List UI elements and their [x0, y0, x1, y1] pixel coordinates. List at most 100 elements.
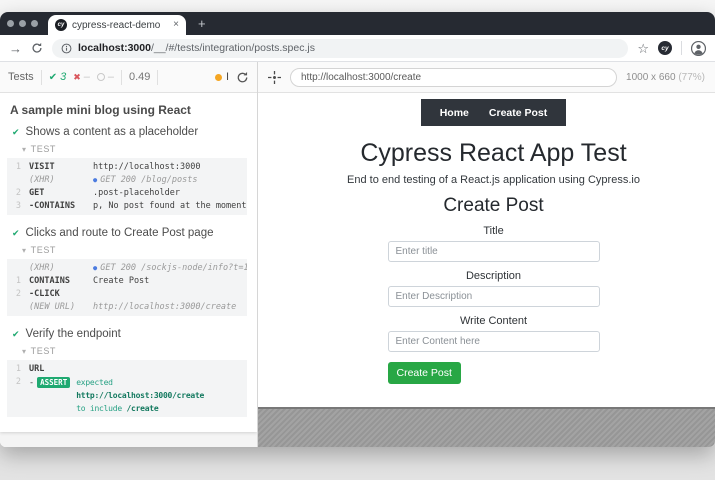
description-label: Description [388, 270, 600, 282]
command-number: 3 [7, 200, 29, 213]
runner-background-band [258, 407, 715, 447]
description-input[interactable] [388, 286, 600, 307]
command-row-xhr[interactable]: (XHR) ●GET 200 /blog/posts [7, 174, 247, 187]
address-bar[interactable]: localhost:3000/__/#/tests/integration/po… [52, 39, 628, 58]
command-number: 2 [7, 288, 29, 301]
pass-check-icon: ✔ [49, 72, 57, 83]
app-title: Cypress React App Test [272, 139, 715, 168]
reload-button[interactable] [31, 42, 43, 54]
command-name: -CONTAINS [29, 200, 93, 213]
command-message: .post-placeholder [93, 187, 247, 200]
nav-link-create-post[interactable]: Create Post [489, 107, 547, 119]
command-row[interactable]: 1 CONTAINS Create Post [7, 275, 247, 288]
tab-close-icon[interactable]: × [173, 20, 179, 30]
traffic-light-minimize[interactable] [19, 20, 26, 27]
command-name: (XHR) [29, 174, 93, 187]
command-log-panel[interactable]: A sample mini blog using React ✔ Shows a… [0, 93, 257, 447]
create-post-button[interactable]: Create Post [388, 362, 461, 384]
title-input[interactable] [388, 241, 600, 262]
traffic-lights [7, 20, 38, 27]
traffic-light-zoom[interactable] [31, 20, 38, 27]
aut-panel: http://localhost:3000/create 1000 x 660 … [258, 62, 715, 447]
traffic-light-close[interactable] [7, 20, 14, 27]
assert-badge: ASSERT [37, 377, 70, 388]
command-log: (XHR) ●GET 200 /sockjs-node/info?t=15468… [7, 259, 247, 316]
browser-toolbar: → localhost:3000/__/#/tests/integration/… [0, 35, 715, 62]
command-row[interactable]: 1 VISIT http://localhost:3000 [7, 161, 247, 174]
command-number: 1 [7, 161, 29, 174]
command-name: VISIT [29, 161, 93, 174]
crosshair-icon [268, 71, 281, 84]
test-title[interactable]: ✔ Shows a content as a placeholder [0, 120, 257, 141]
failed-count: – [84, 71, 90, 83]
suite-title[interactable]: A sample mini blog using React [0, 99, 257, 120]
test-group-header[interactable]: ▾ TEST [0, 141, 257, 156]
passed-stat: ✔3 [49, 71, 67, 83]
command-row[interactable]: 2 GET .post-placeholder [7, 187, 247, 200]
cypress-runner: Tests ✔3 ✖– – 0.49 I A sample mini blog … [0, 62, 715, 447]
profile-avatar[interactable] [691, 41, 706, 56]
content-label: Write Content [388, 315, 600, 327]
browser-tab[interactable]: cy cypress-react-demo × [48, 15, 186, 35]
command-row[interactable]: 2 -CLICK [7, 288, 247, 301]
group-label: TEST [31, 346, 56, 356]
group-label: TEST [31, 144, 56, 154]
command-row[interactable]: 1 URL [7, 363, 247, 376]
pending-count: – [108, 71, 114, 83]
test-group-header[interactable]: ▾ TEST [0, 242, 257, 257]
command-log: 1 URL 2 -ASSERT expected http://localhos… [7, 360, 247, 417]
test-group-header[interactable]: ▾ TEST [0, 343, 257, 358]
tab-title: cypress-react-demo [72, 20, 168, 31]
bookmark-star-icon[interactable]: ☆ [637, 42, 649, 55]
command-number: 2 [7, 376, 29, 389]
pending-circle-icon [97, 73, 105, 81]
browser-window: cy cypress-react-demo × + → localhost:30… [0, 12, 715, 447]
command-number: 2 [7, 187, 29, 200]
tab-strip: cy cypress-react-demo × + [0, 12, 715, 35]
pass-check-icon: ✔ [12, 127, 20, 138]
extension-text: cy [661, 45, 668, 52]
url-path: /__/#/tests/integration/posts.spec.js [151, 42, 315, 54]
header-divider [121, 70, 122, 85]
new-tab-button[interactable]: + [198, 17, 206, 30]
command-row-new-url[interactable]: (NEW URL) http://localhost:3000/create [7, 301, 247, 314]
selector-playground-button[interactable] [268, 71, 281, 84]
app-navbar: Home Create Post [421, 99, 566, 126]
aut-url[interactable]: http://localhost:3000/create [290, 68, 617, 87]
test-title[interactable]: ✔ Clicks and route to Create Post page [0, 221, 257, 242]
test-duration: 0.49 [129, 71, 150, 83]
command-name: (XHR) [29, 262, 93, 275]
test-title-text: Shows a content as a placeholder [26, 126, 199, 138]
command-row-xhr[interactable]: (XHR) ●GET 200 /sockjs-node/info?t=15468… [7, 262, 247, 275]
viewport-scale: (77%) [678, 72, 705, 83]
page-info-icon[interactable] [61, 43, 72, 54]
command-name: URL [29, 363, 93, 376]
toolbar-divider [681, 41, 682, 55]
test-title-text: Clicks and route to Create Post page [26, 227, 214, 239]
caret-down-icon: ▾ [22, 145, 27, 154]
pass-check-icon: ✔ [12, 329, 20, 340]
command-number: 1 [7, 363, 29, 376]
pass-check-icon: ✔ [12, 228, 20, 239]
nav-link-home[interactable]: Home [440, 107, 469, 119]
test-item: ✔ Shows a content as a placeholder ▾ TES… [0, 120, 257, 215]
caret-down-icon: ▾ [22, 347, 27, 356]
passed-count: 3 [60, 71, 66, 83]
cypress-extension-icon[interactable]: cy [658, 41, 672, 55]
pending-stat: – [97, 71, 114, 83]
assert-message: expected http://localhost:3000/createto … [76, 376, 247, 415]
command-number: 1 [7, 275, 29, 288]
cypress-reporter: Tests ✔3 ✖– – 0.49 I A sample mini blog … [0, 62, 258, 447]
restart-tests-button[interactable] [236, 71, 249, 84]
fail-cross-icon: ✖ [73, 72, 81, 83]
command-name: CONTAINS [29, 275, 93, 288]
test-title-text: Verify the endpoint [26, 328, 121, 340]
content-input[interactable] [388, 331, 600, 352]
test-title[interactable]: ✔ Verify the endpoint [0, 322, 257, 343]
forward-icon[interactable]: → [9, 42, 22, 55]
command-name: -CLICK [29, 288, 93, 301]
tests-back-button[interactable]: Tests [8, 71, 34, 83]
xhr-dot-icon: ● [93, 176, 97, 184]
command-row[interactable]: 3 -CONTAINS p, No post found at the mome… [7, 200, 247, 213]
command-row-assert[interactable]: 2 -ASSERT expected http://localhost:3000… [7, 376, 247, 415]
